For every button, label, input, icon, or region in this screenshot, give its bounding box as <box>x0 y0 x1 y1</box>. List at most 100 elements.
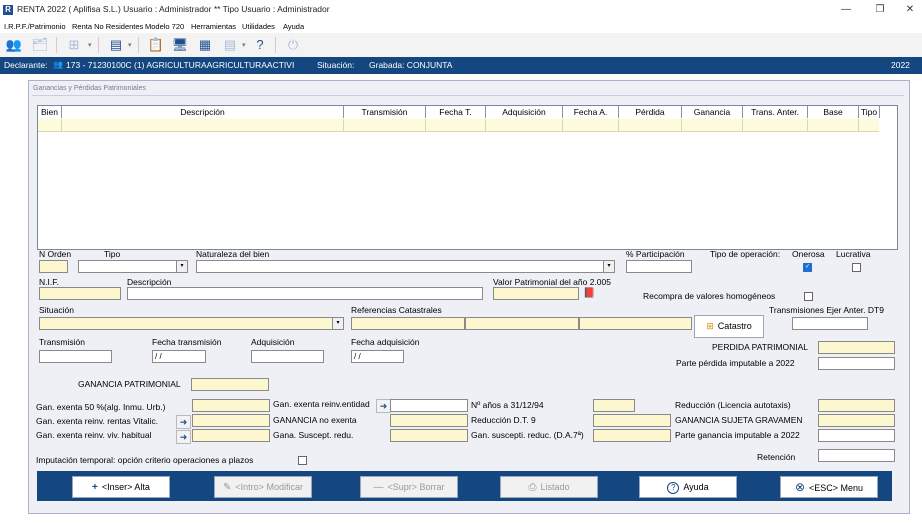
toolbar-calculator-icon[interactable]: ▦ <box>195 36 215 54</box>
alta-button[interactable]: + <Inser> Alta <box>72 476 170 498</box>
menu-modelo-720[interactable]: Modelo 720 <box>145 22 184 31</box>
close-window-button[interactable]: ✕ <box>900 3 920 17</box>
table-cell[interactable] <box>62 119 344 131</box>
table-cell[interactable] <box>619 119 682 131</box>
reduccion-licencia-input[interactable] <box>818 399 895 412</box>
transmisiones-ejer-input[interactable] <box>792 317 868 330</box>
naturaleza-select[interactable]: ▾ <box>196 260 615 273</box>
table-cell[interactable] <box>38 119 62 131</box>
adquisicion-input[interactable] <box>251 350 324 363</box>
dropdown-arrow-icon[interactable]: ▾ <box>332 318 343 329</box>
imputacion-checkbox[interactable] <box>298 456 307 465</box>
listado-button[interactable]: ⎙ Listado <box>500 476 598 498</box>
toolbar-monitor-icon[interactable]: 🖥 <box>170 36 190 54</box>
parte-perdida-input[interactable] <box>818 357 895 370</box>
reduccion-dt9-input[interactable] <box>593 414 671 427</box>
tipo-select[interactable]: ▾ <box>78 260 188 273</box>
ganancia-patrimonial-input[interactable] <box>191 378 269 391</box>
declarante-year: 2022 <box>891 60 910 70</box>
n-anos-input[interactable] <box>593 399 635 412</box>
toolbar-dropdown-icon[interactable]: ▾ <box>242 41 246 49</box>
gan-suscept-reduc-label: Gan. suscepti. reduc. (D.A.7ª) <box>471 430 584 440</box>
valor-patrimonial-input[interactable] <box>493 287 579 300</box>
table-cell[interactable] <box>426 119 486 131</box>
toolbar-person-icon[interactable]: 👥 <box>4 36 24 54</box>
column-header-ganancia[interactable]: Ganancia <box>682 106 743 118</box>
fecha-adquisicion-input[interactable]: / / <box>351 350 404 363</box>
parte-ganancia-input[interactable] <box>818 429 895 442</box>
table-cell[interactable] <box>682 119 743 131</box>
book-icon[interactable]: 📕 <box>583 288 595 299</box>
column-header-descripcion[interactable]: Descripción <box>62 106 344 118</box>
reduccion-licencia-label: Reducción (Licencia autotaxis) <box>675 400 791 410</box>
toolbar-dropdown-icon[interactable]: ▾ <box>128 41 132 49</box>
toolbar-doc-icon[interactable]: ▤ <box>106 36 126 54</box>
column-header-base[interactable]: Base <box>808 106 859 118</box>
referencia-catastral-1[interactable] <box>351 317 465 330</box>
alta-button-label: <Inser> Alta <box>101 482 150 492</box>
nif-input[interactable] <box>39 287 121 300</box>
ayuda-button[interactable]: ? Ayuda <box>639 476 737 498</box>
table-cell[interactable] <box>743 119 808 131</box>
retencion-input[interactable] <box>818 449 895 462</box>
gan-exenta-50-input[interactable] <box>192 399 270 412</box>
ganancia-sujeta-input[interactable] <box>818 414 895 427</box>
modificar-button[interactable]: ✎ <Intro> Modificar <box>214 476 312 498</box>
menu-irpf[interactable]: I.R.P.F./Patrimonio <box>4 22 66 31</box>
menu-utilidades[interactable]: Utilidades <box>242 22 275 31</box>
toolbar-window-icon[interactable]: ▤ <box>220 36 240 54</box>
table-cell[interactable] <box>563 119 619 131</box>
table-cell[interactable] <box>808 119 859 131</box>
referencia-catastral-2[interactable] <box>465 317 579 330</box>
gan-exenta-rentas-input[interactable] <box>192 414 270 427</box>
toolbar-dropdown-icon[interactable]: ▾ <box>88 41 92 49</box>
gan-exenta-reinv-input[interactable] <box>390 399 468 412</box>
column-header-tipo[interactable]: Tipo <box>859 106 880 118</box>
gana-suscept-input[interactable] <box>390 429 468 442</box>
column-header-bien[interactable]: Bien <box>38 106 62 118</box>
situacion-select[interactable]: ▾ <box>39 317 344 330</box>
fecha-transmision-label: Fecha transmisión <box>152 337 222 347</box>
minimize-button[interactable]: — <box>836 3 856 17</box>
column-header-trans-anter[interactable]: Trans. Anter. <box>743 106 808 118</box>
menu-button[interactable]: ⊗ <ESC> Menu <box>780 476 878 498</box>
lucrativa-checkbox[interactable] <box>852 263 861 272</box>
dropdown-arrow-icon[interactable]: ▾ <box>603 261 614 272</box>
dropdown-arrow-icon[interactable]: ▾ <box>176 261 187 272</box>
gan-suscept-reduc-input[interactable] <box>593 429 671 442</box>
restore-button[interactable]: ❐ <box>870 3 890 17</box>
toolbar-power-icon[interactable]: ⏻ <box>283 36 303 54</box>
toolbar-help-icon[interactable]: ? <box>250 36 270 54</box>
menu-herramientas[interactable]: Herramientas <box>191 22 236 31</box>
onerosa-checkbox[interactable]: ✓ <box>803 263 812 272</box>
toolbar-folder-icon[interactable]: 🗂 <box>30 36 50 54</box>
n-orden-input[interactable] <box>39 260 68 273</box>
ganancia-no-exenta-input[interactable] <box>390 414 468 427</box>
column-header-transmision[interactable]: Transmisión <box>344 106 426 118</box>
column-header-perdida[interactable]: Pérdida <box>619 106 682 118</box>
recompra-checkbox[interactable] <box>804 292 813 301</box>
borrar-button[interactable]: — <Supr> Borrar <box>360 476 458 498</box>
gan-exenta-viv-input[interactable] <box>192 429 270 442</box>
menu-ayuda[interactable]: Ayuda <box>283 22 304 31</box>
gan-exenta-viv-arrow-icon[interactable]: ➜ <box>176 430 191 444</box>
column-header-fecha-t[interactable]: Fecha T. <box>426 106 486 118</box>
toolbar-clipboard-icon[interactable]: 📋 <box>146 36 166 54</box>
participacion-input[interactable] <box>626 260 692 273</box>
referencia-catastral-3[interactable] <box>579 317 692 330</box>
menu-renta-no-residentes[interactable]: Renta No Residentes <box>72 22 143 31</box>
declarante-label: Declarante: <box>4 60 48 70</box>
descripcion-input[interactable] <box>127 287 483 300</box>
column-header-fecha-a[interactable]: Fecha A. <box>563 106 619 118</box>
panel-title: Ganancias y Pérdidas Patrimoniales <box>33 85 146 92</box>
gan-exenta-reinv-arrow-icon[interactable]: ➜ <box>376 399 391 413</box>
toolbar-grid-icon[interactable]: ⊞ <box>64 36 84 54</box>
gan-exenta-rentas-arrow-icon[interactable]: ➜ <box>176 415 191 429</box>
table-cell[interactable] <box>486 119 563 131</box>
fecha-transmision-input[interactable]: / / <box>152 350 206 363</box>
transmision-input[interactable] <box>39 350 112 363</box>
table-cell[interactable] <box>344 119 426 131</box>
catastro-button[interactable]: ⊞ Catastro <box>694 315 764 338</box>
perdida-patrimonial-input[interactable] <box>818 341 895 354</box>
column-header-adquisicion[interactable]: Adquisición <box>486 106 563 118</box>
